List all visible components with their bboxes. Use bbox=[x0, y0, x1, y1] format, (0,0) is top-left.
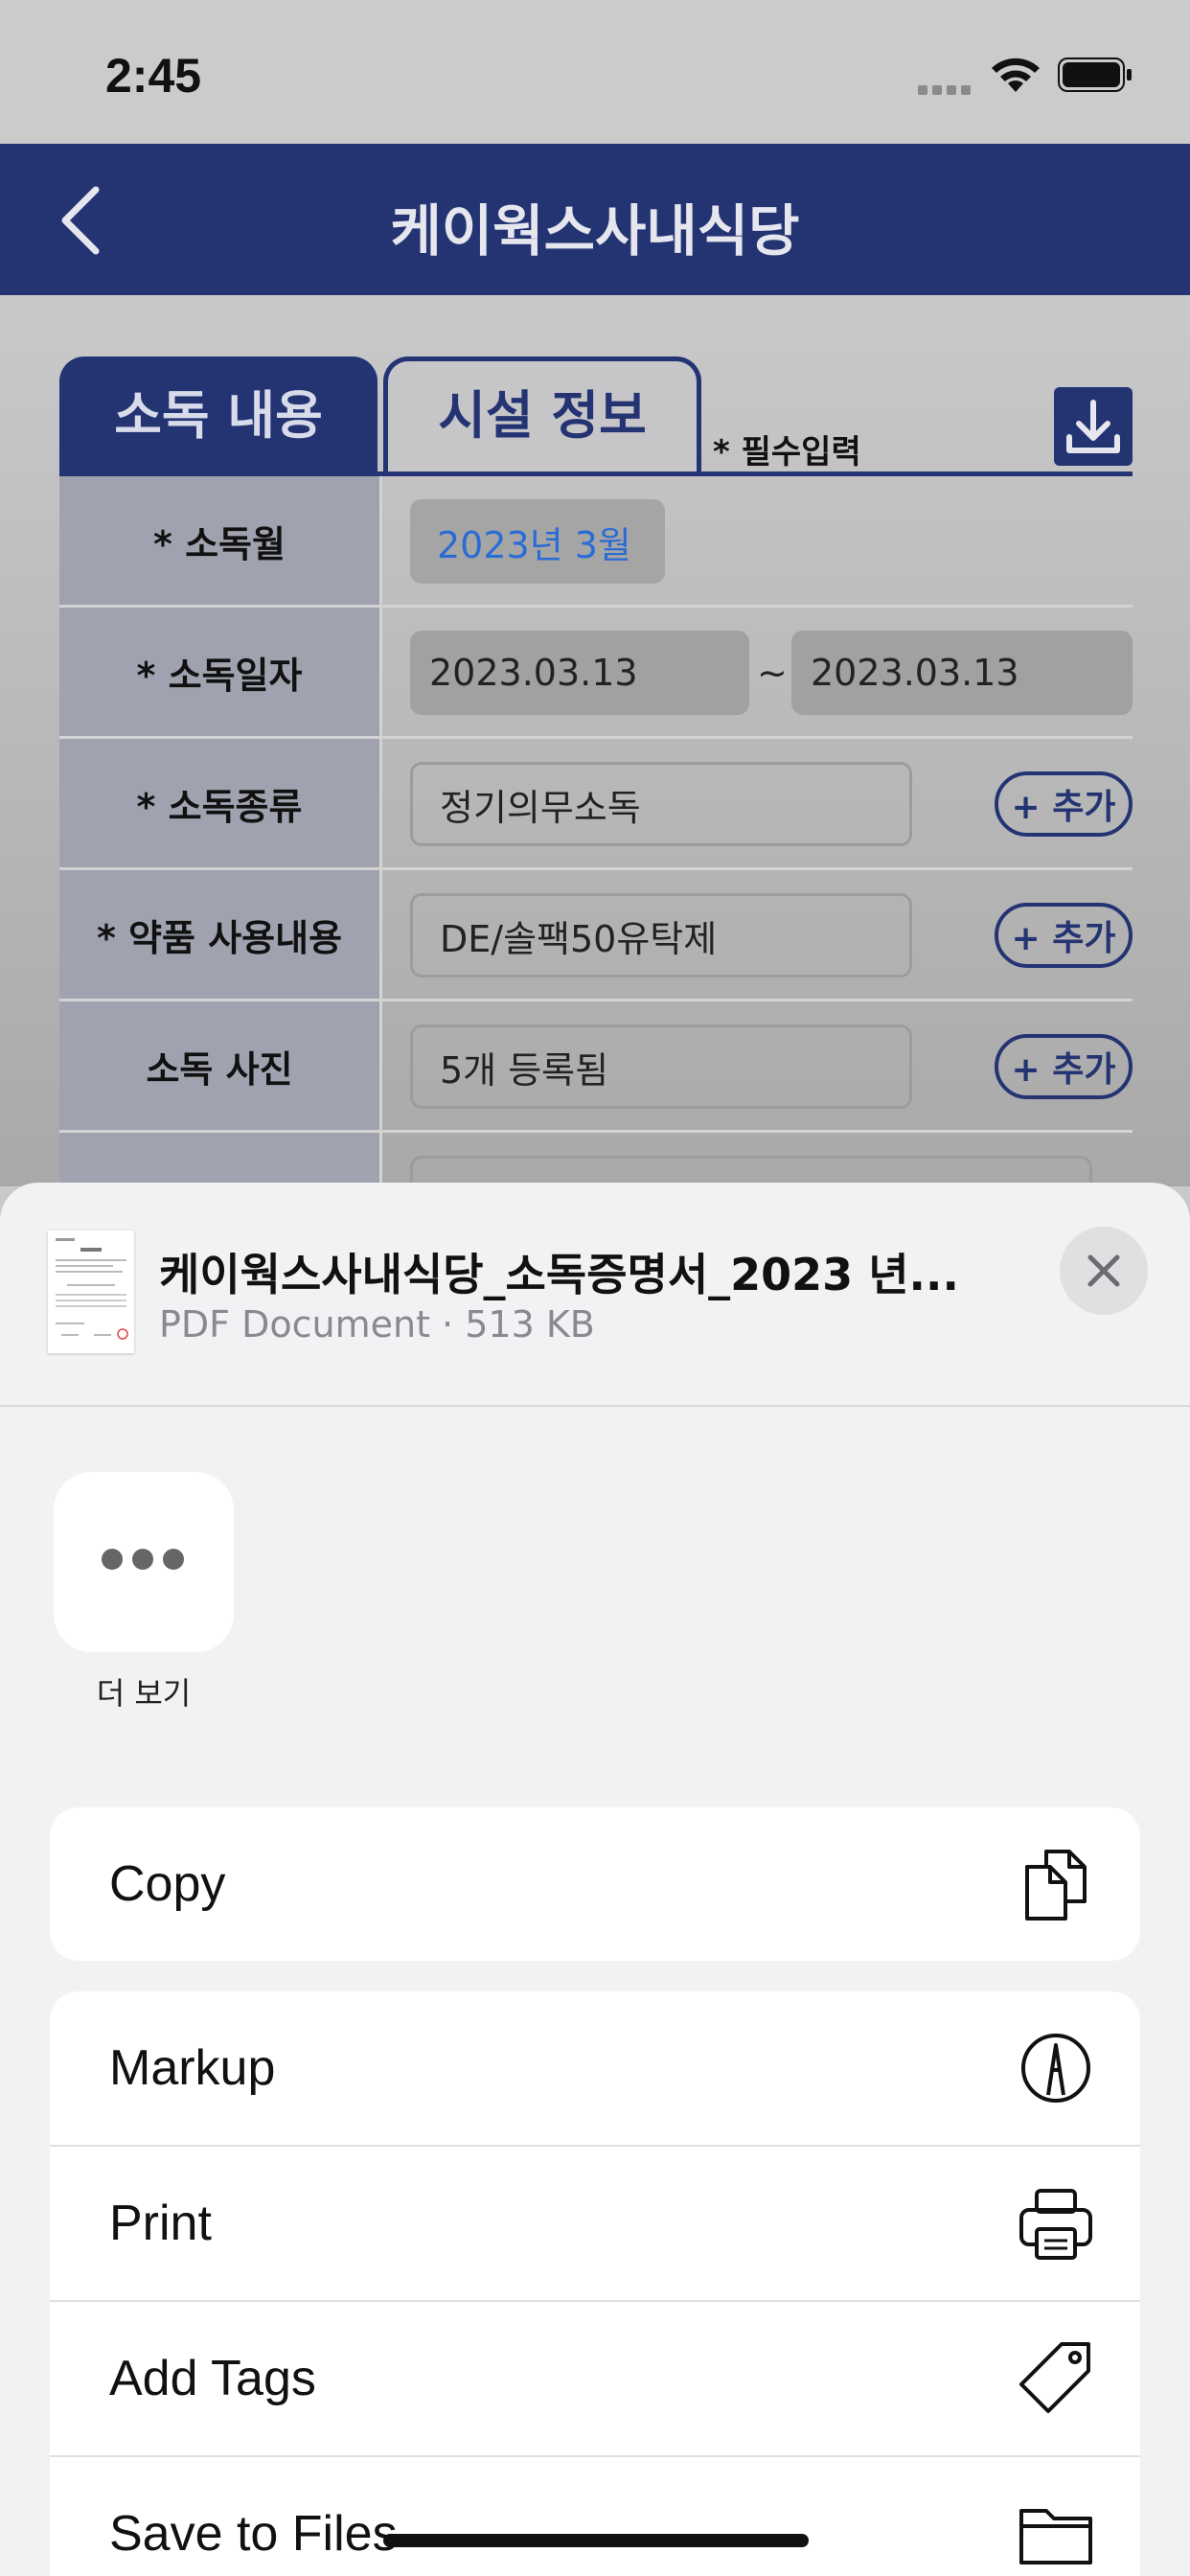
markup-icon bbox=[1021, 2034, 1090, 2103]
copy-icon bbox=[1025, 1850, 1087, 1920]
month-select[interactable]: 2023년 3월 bbox=[410, 499, 665, 584]
add-chemical-button[interactable]: + 추가 bbox=[995, 903, 1133, 968]
printer-icon bbox=[1019, 2189, 1092, 2260]
copy-label: Copy bbox=[109, 1856, 226, 1912]
date-separator: ~ bbox=[757, 652, 788, 694]
status-time: 2:45 bbox=[105, 49, 202, 103]
required-note: * 필수입력 bbox=[713, 433, 861, 472]
row-chemical: * 약품 사용내용 DE/솔팩50유탁제 + 추가 bbox=[59, 870, 1133, 1001]
month-label: * 소독월 bbox=[59, 476, 382, 605]
save-to-files-action[interactable]: Save to Files bbox=[50, 2457, 1140, 2576]
type-field[interactable]: 정기의무소독 bbox=[410, 762, 912, 846]
chemical-label: * 약품 사용내용 bbox=[59, 870, 382, 999]
copy-action[interactable]: Copy bbox=[50, 1807, 1140, 1961]
row-date: * 소독일자 2023.03.13 ~ 2023.03.13 bbox=[59, 608, 1133, 739]
battery-icon bbox=[1058, 58, 1132, 92]
print-action[interactable]: Print bbox=[50, 2147, 1140, 2302]
photo-field[interactable]: 5개 등록됨 bbox=[410, 1024, 912, 1109]
markup-label: Markup bbox=[109, 2040, 276, 2096]
end-date-field[interactable]: 2023.03.13 bbox=[791, 631, 1133, 715]
add-tags-action[interactable]: Add Tags bbox=[50, 2302, 1140, 2457]
type-label: * 소독종류 bbox=[59, 739, 382, 867]
more-button[interactable] bbox=[54, 1472, 234, 1652]
share-sheet: 케이웍스사내식당_소독증명서_2023 년... PDF Document · … bbox=[0, 1183, 1190, 2576]
markup-action[interactable]: Markup bbox=[50, 1991, 1140, 2147]
more-dots-icon bbox=[102, 1549, 194, 1574]
share-header: 케이웍스사내식당_소독증명서_2023 년... PDF Document · … bbox=[0, 1183, 1190, 1407]
download-icon[interactable] bbox=[1054, 387, 1133, 466]
tag-icon bbox=[1019, 2342, 1090, 2413]
folder-icon bbox=[1019, 2509, 1092, 2564]
action-group-2: Markup Print Add Tags Save to Files bbox=[50, 1991, 1140, 2576]
start-date-field[interactable]: 2023.03.13 bbox=[410, 631, 749, 715]
add-tags-label: Add Tags bbox=[109, 2351, 316, 2406]
photo-label: 소독 사진 bbox=[59, 1001, 382, 1130]
print-label: Print bbox=[109, 2196, 212, 2251]
page-title: 케이웍스사내식당 bbox=[390, 198, 800, 264]
tab-facility-info[interactable]: 시설 정보 bbox=[383, 356, 701, 475]
more-label: 더 보기 bbox=[96, 1675, 192, 1712]
add-photo-button[interactable]: + 추가 bbox=[995, 1034, 1133, 1099]
pdf-thumbnail bbox=[48, 1230, 134, 1353]
file-name: 케이웍스사내식당_소독증명서_2023 년... bbox=[159, 1249, 959, 1300]
chemical-field[interactable]: DE/솔팩50유탁제 bbox=[410, 893, 912, 978]
wifi-icon bbox=[992, 58, 1040, 92]
form-area: 소독 내용 시설 정보 * 필수입력 * 소독월 2023년 3월 * 소독일자… bbox=[0, 295, 1190, 1261]
row-month: * 소독월 2023년 3월 bbox=[59, 476, 1133, 608]
tab-disinfection-details[interactable]: 소독 내용 bbox=[59, 356, 378, 475]
row-photo: 소독 사진 5개 등록됨 + 추가 bbox=[59, 1001, 1133, 1133]
home-indicator[interactable] bbox=[383, 2534, 809, 2547]
action-group-1: Copy bbox=[50, 1807, 1140, 1961]
file-meta: PDF Document · 513 KB bbox=[159, 1303, 595, 1346]
date-label: * 소독일자 bbox=[59, 608, 382, 736]
close-icon[interactable] bbox=[1060, 1227, 1148, 1315]
add-type-button[interactable]: + 추가 bbox=[995, 771, 1133, 837]
nav-bar: 케이웍스사내식당 bbox=[0, 144, 1190, 295]
cellular-signal-icon bbox=[918, 80, 975, 99]
save-to-files-label: Save to Files bbox=[109, 2506, 398, 2562]
row-type: * 소독종류 정기의무소독 + 추가 bbox=[59, 739, 1133, 870]
status-bar: 2:45 bbox=[0, 0, 1190, 144]
